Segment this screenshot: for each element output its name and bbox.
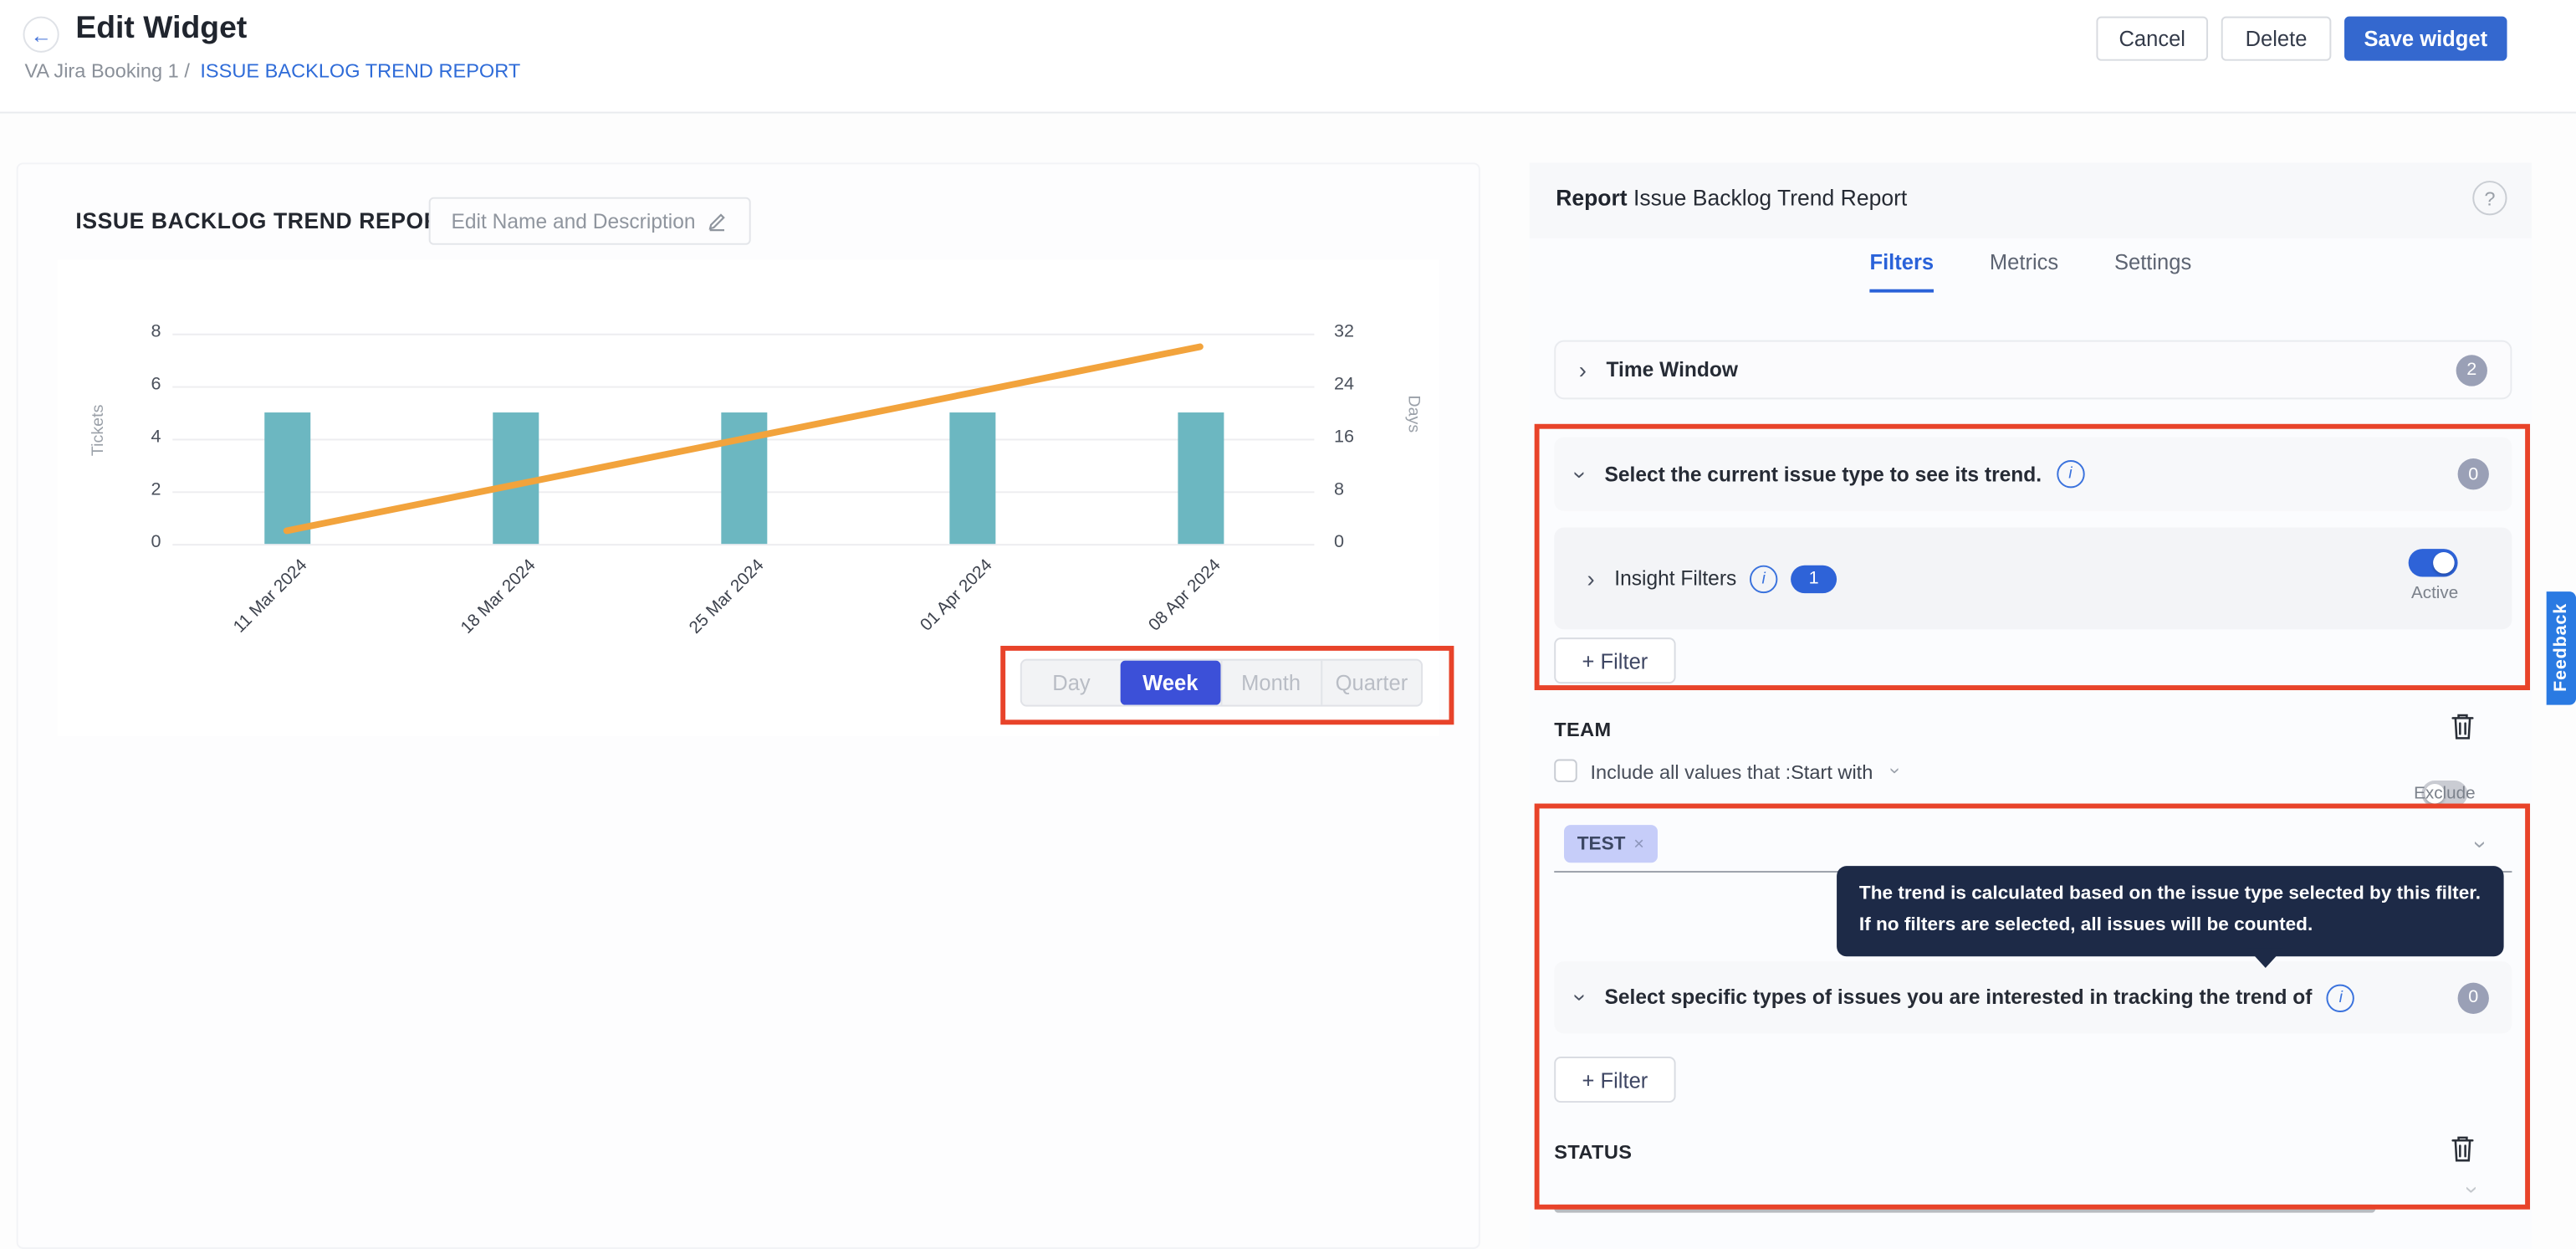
- tab-settings[interactable]: Settings: [2114, 250, 2191, 293]
- panel-title-label: Report: [1556, 186, 1627, 210]
- insight-filters-box[interactable]: › Insight Filters i 1: [1554, 528, 2512, 630]
- back-button[interactable]: ←: [23, 17, 59, 53]
- issue-type-section-header[interactable]: › Select the current issue type to see i…: [1554, 438, 2512, 511]
- trash-icon[interactable]: [2450, 1134, 2476, 1163]
- status-dropdown-chevron-icon[interactable]: ›: [2461, 1186, 2485, 1194]
- include-all-label: Include all values that :: [1590, 760, 1791, 784]
- widget-title: ISSUE BACKLOG TREND REPORT: [75, 208, 454, 233]
- chevron-down-icon: ›: [1570, 994, 1593, 1001]
- cancel-button[interactable]: Cancel: [2096, 17, 2208, 61]
- panel-title-value: Issue Backlog Trend Report: [1633, 186, 1907, 210]
- granularity-switcher: Day Week Month Quarter: [1020, 659, 1423, 707]
- save-widget-button[interactable]: Save widget: [2344, 17, 2507, 61]
- operator-select-value[interactable]: Start with: [1791, 760, 1873, 784]
- info-icon[interactable]: i: [2327, 984, 2354, 1011]
- time-window-badge: 2: [2456, 354, 2487, 385]
- active-toggle-label: Active: [2399, 583, 2471, 603]
- page-title: Edit Widget: [75, 12, 247, 48]
- breadcrumb-parent[interactable]: VA Jira Booking 1 /: [24, 59, 189, 83]
- left-axis-title: Tickets: [89, 391, 108, 457]
- tooltip-line-1: The trend is calculated based on the iss…: [1859, 879, 2481, 910]
- tooltip-line-2: If no filters are selected, all issues w…: [1859, 910, 2481, 941]
- insight-filters-badge: 1: [1791, 565, 1837, 592]
- feedback-tab[interactable]: Feedback: [2547, 591, 2576, 705]
- help-icon[interactable]: ?: [2472, 181, 2507, 215]
- chevron-down-icon: ›: [1570, 470, 1593, 478]
- pencil-icon: [707, 210, 728, 232]
- breadcrumb: VA Jira Booking 1 / ISSUE BACKLOG TREND …: [24, 59, 520, 83]
- back-arrow-icon: ←: [30, 23, 52, 47]
- delete-button[interactable]: Delete: [2221, 17, 2332, 61]
- tab-filters[interactable]: Filters: [1869, 250, 1934, 293]
- breadcrumb-current[interactable]: ISSUE BACKLOG TREND REPORT: [200, 59, 520, 83]
- status-filter-label: STATUS: [1554, 1140, 1632, 1164]
- tracking-badge: 0: [2458, 982, 2489, 1013]
- tooltip-arrow: [2247, 948, 2283, 968]
- trash-icon[interactable]: [2450, 712, 2476, 741]
- info-icon[interactable]: i: [2057, 460, 2084, 488]
- team-dropdown-chevron-icon[interactable]: ›: [2470, 841, 2493, 848]
- add-filter-button-tracking[interactable]: + Filter: [1554, 1057, 1675, 1103]
- edit-widget-page: ← Edit Widget VA Jira Booking 1 / ISSUE …: [0, 0, 2576, 1249]
- tracking-section-label: Select specific types of issues you are …: [1604, 986, 2312, 1010]
- granularity-month-button[interactable]: Month: [1219, 661, 1320, 705]
- granularity-day-button[interactable]: Day: [1022, 661, 1121, 705]
- add-filter-button-issue-type[interactable]: + Filter: [1554, 637, 1675, 683]
- info-icon[interactable]: i: [1750, 565, 1777, 592]
- top-header: ← Edit Widget VA Jira Booking 1 / ISSUE …: [0, 0, 2576, 114]
- report-settings-panel: [1530, 162, 2532, 1248]
- edit-name-description-button[interactable]: Edit Name and Description: [429, 197, 751, 245]
- issue-type-badge: 0: [2458, 458, 2489, 489]
- panel-tabs: Filters Metrics Settings: [1530, 250, 2532, 293]
- time-window-label: Time Window: [1606, 358, 1738, 381]
- chevron-right-icon: ›: [1579, 358, 1587, 381]
- granularity-quarter-button[interactable]: Quarter: [1321, 661, 1421, 705]
- tab-metrics[interactable]: Metrics: [1990, 250, 2058, 293]
- horizontal-scrollbar[interactable]: [1554, 1205, 2375, 1213]
- chip-remove-icon[interactable]: ×: [1633, 834, 1644, 854]
- team-filter-label: TEAM: [1554, 718, 1611, 741]
- chevron-right-icon: ›: [1587, 567, 1595, 591]
- tracking-section-header[interactable]: › Select specific types of issues you ar…: [1554, 961, 2512, 1033]
- right-axis-title: Days: [1403, 395, 1422, 451]
- insight-filters-label: Insight Filters: [1614, 567, 1736, 591]
- time-window-section[interactable]: › Time Window 2: [1554, 340, 2512, 400]
- issue-type-section-label: Select the current issue type to see its…: [1604, 463, 2042, 486]
- chip-label: TEST: [1577, 834, 1626, 854]
- filter-tooltip: The trend is calculated based on the iss…: [1836, 866, 2503, 956]
- operator-dropdown-chevron-icon[interactable]: ›: [1886, 767, 1906, 774]
- insight-filters-active-toggle[interactable]: [2409, 549, 2458, 576]
- team-value-chip[interactable]: TEST ×: [1564, 825, 1658, 863]
- exclude-toggle-label: Exclude: [2402, 784, 2487, 804]
- granularity-week-button[interactable]: Week: [1121, 661, 1219, 705]
- panel-title: Report Issue Backlog Trend Report: [1556, 186, 1907, 210]
- include-all-checkbox[interactable]: [1554, 760, 1577, 783]
- edit-name-label: Edit Name and Description: [452, 209, 696, 233]
